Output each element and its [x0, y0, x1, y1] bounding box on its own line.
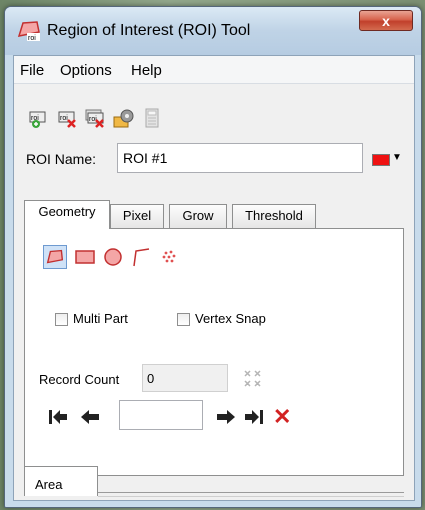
menu-options[interactable]: Options [60, 62, 112, 79]
menu-file[interactable]: File [20, 62, 44, 79]
record-count-field: 0 [142, 364, 228, 392]
svg-text:roi: roi [60, 115, 68, 122]
delete-all-roi-icon[interactable]: roi [85, 108, 107, 128]
tab-geometry[interactable]: Geometry [24, 200, 110, 229]
menu-bar: File Options Help [14, 56, 414, 84]
svg-text:roi: roi [89, 116, 97, 123]
vertex-snap-label: Vertex Snap [195, 311, 266, 326]
client-area: File Options Help roi roi roi ROI Name: … [13, 55, 415, 501]
record-number-input[interactable] [119, 400, 203, 430]
point-icon[interactable] [157, 245, 181, 269]
geometry-panel: Multi Part Vertex Snap Record Count 0 ✕ [24, 228, 404, 476]
next-record-icon[interactable] [215, 406, 237, 428]
window-title: Region of Interest (ROI) Tool [47, 22, 251, 39]
roi-name-input[interactable] [117, 143, 363, 173]
first-record-icon[interactable] [47, 406, 69, 428]
multi-part-checkbox[interactable] [55, 313, 68, 326]
tab-pixel[interactable]: Pixel [110, 204, 164, 228]
chevron-down-icon[interactable]: ▼ [392, 152, 402, 163]
clear-records-icon [244, 370, 261, 387]
multi-part-label: Multi Part [73, 311, 128, 326]
polyline-icon[interactable] [129, 245, 153, 269]
last-record-icon[interactable] [243, 406, 265, 428]
tab-area[interactable]: Area [24, 466, 98, 496]
menu-help[interactable]: Help [131, 62, 162, 79]
previous-record-icon[interactable] [79, 406, 101, 428]
delete-roi-icon[interactable]: roi [57, 108, 79, 128]
calculator-icon[interactable] [141, 108, 163, 128]
close-icon: x [382, 13, 390, 29]
rectangle-icon[interactable] [73, 245, 97, 269]
roi-color-swatch[interactable] [372, 154, 390, 166]
polygon-icon[interactable] [43, 245, 67, 269]
tab-grow[interactable]: Grow [169, 204, 227, 228]
options-icon[interactable] [113, 108, 135, 128]
bottom-tab-divider [98, 492, 404, 493]
title-bar[interactable]: roi Region of Interest (ROI) Tool x [5, 7, 421, 55]
ellipse-icon[interactable] [101, 245, 125, 269]
svg-text:roi: roi [28, 35, 36, 42]
roi-tool-window: roi Region of Interest (ROI) Tool x File… [4, 6, 422, 508]
bottom-tab-divider-shadow [98, 496, 404, 497]
roi-app-icon: roi [17, 21, 40, 42]
record-count-label: Record Count [39, 372, 120, 387]
roi-name-label: ROI Name: [26, 151, 97, 167]
close-button[interactable]: x [359, 10, 413, 31]
new-roi-icon[interactable]: roi [28, 108, 50, 128]
vertex-snap-checkbox[interactable] [177, 313, 190, 326]
tab-threshold[interactable]: Threshold [232, 204, 316, 228]
delete-record-icon[interactable]: ✕ [273, 406, 291, 428]
